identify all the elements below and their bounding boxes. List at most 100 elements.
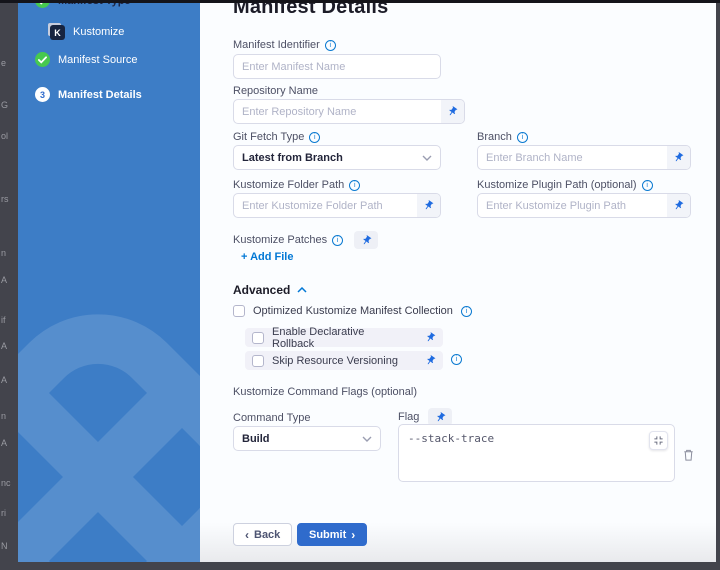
info-icon[interactable] (461, 306, 472, 317)
optimized-collection-checkbox[interactable] (233, 305, 245, 317)
pin-icon[interactable] (667, 146, 690, 169)
info-icon[interactable] (517, 132, 528, 143)
pin-icon[interactable] (417, 194, 440, 217)
back-button[interactable]: ‹ Back (233, 523, 292, 546)
wizard-step-label: Manifest Source (58, 54, 137, 66)
flag-value: --stack-trace (408, 432, 494, 445)
chevron-down-icon (422, 155, 432, 161)
flag-textarea[interactable]: --stack-trace (398, 424, 675, 482)
delete-icon[interactable] (682, 448, 695, 462)
wizard-step-manifest-type[interactable]: Manifest Type (35, 3, 131, 8)
advanced-label: Advanced (233, 283, 290, 297)
submit-button-label: Submit (309, 529, 346, 541)
chevron-left-icon: ‹ (245, 529, 249, 541)
label-text: Kustomize Folder Path (233, 179, 344, 191)
add-file-button[interactable]: + Add File (241, 251, 293, 263)
info-icon[interactable] (332, 235, 343, 246)
pin-icon[interactable] (667, 194, 690, 217)
backdrop-text-fragment: e (1, 58, 18, 68)
expand-icon[interactable] (649, 431, 668, 450)
manifest-identifier-input[interactable] (234, 55, 440, 78)
repository-name-input[interactable] (234, 100, 441, 123)
kustomize-folder-path-label: Kustomize Folder Path (233, 179, 360, 191)
command-flags-section-label: Kustomize Command Flags (optional) (233, 386, 417, 398)
kustomize-folder-path-field (233, 193, 441, 218)
branch-input[interactable] (478, 146, 667, 169)
label-text: Kustomize Plugin Path (optional) (477, 179, 637, 191)
kustomize-plugin-path-label: Kustomize Plugin Path (optional) (477, 179, 653, 191)
info-icon[interactable] (451, 354, 462, 365)
pin-icon[interactable] (441, 100, 464, 123)
git-fetch-type-label: Git Fetch Type (233, 131, 320, 143)
pin-icon[interactable] (423, 353, 438, 368)
backdrop-text-fragment: ol (1, 131, 18, 141)
info-icon[interactable] (642, 180, 653, 191)
backdrop-text-fragment: N (1, 541, 18, 551)
manifest-identifier-field (233, 54, 441, 79)
declarative-rollback-row: Enable Declarative Rollback (245, 328, 443, 347)
wizard-step-manifest-details[interactable]: 3 Manifest Details (35, 87, 142, 102)
label-text: Kustomize Command Flags (optional) (233, 386, 417, 398)
backdrop-text-fragment: if (1, 315, 18, 325)
chevron-right-icon: › (351, 529, 355, 541)
label-text: Git Fetch Type (233, 131, 304, 143)
harness-logo-watermark (18, 312, 200, 562)
back-button-label: Back (254, 529, 280, 541)
backdrop-text-fragment: nc (1, 478, 18, 488)
advanced-section-toggle[interactable]: Advanced (233, 283, 307, 297)
branch-field (477, 145, 691, 170)
wizard-step-manifest-source[interactable]: Manifest Source (35, 52, 137, 67)
page-title: Manifest Details (233, 3, 388, 19)
checkbox-label: Enable Declarative Rollback (272, 326, 409, 350)
repository-name-label: Repository Name (233, 85, 318, 97)
pin-icon-button[interactable] (354, 231, 378, 249)
backdrop-text-fragment: A (1, 275, 18, 285)
kustomize-plugin-path-input[interactable] (478, 194, 667, 217)
command-type-select[interactable]: Build (233, 426, 381, 451)
skip-versioning-checkbox[interactable] (252, 355, 264, 367)
checkbox-label: Skip Resource Versioning (272, 355, 398, 367)
manifest-details-panel: Manifest Details Manifest Identifier Rep… (200, 3, 716, 562)
check-circle-icon (35, 52, 50, 67)
step-number-badge: 3 (35, 87, 50, 102)
backdrop-text-fragment: A (1, 375, 18, 385)
wizard-substep-kustomize[interactable]: K Kustomize (48, 23, 124, 40)
submit-button[interactable]: Submit › (297, 523, 367, 546)
check-circle-icon (35, 3, 50, 8)
kustomize-plugin-path-field (477, 193, 691, 218)
label-text: Flag (398, 411, 419, 423)
backdrop-text-fragment: G (1, 100, 18, 110)
command-type-label: Command Type (233, 412, 310, 424)
backdrop-text-fragment: ri (1, 508, 18, 518)
label-text: Repository Name (233, 85, 318, 97)
kustomize-folder-path-input[interactable] (234, 194, 417, 217)
git-fetch-type-select[interactable]: Latest from Branch (233, 145, 441, 170)
repository-name-field (233, 99, 465, 124)
wizard-step-label: Manifest Details (58, 89, 142, 101)
kustomize-icon: K (48, 23, 65, 40)
kustomize-patches-label: Kustomize Patches (233, 231, 378, 249)
pin-icon[interactable] (423, 330, 438, 345)
skip-versioning-row: Skip Resource Versioning (245, 351, 443, 370)
wizard-substep-label: Kustomize (73, 26, 124, 38)
branch-label: Branch (477, 131, 528, 143)
backdrop-text-fragment: n (1, 411, 18, 421)
chevron-up-icon (297, 287, 307, 293)
label-text: Kustomize Patches (233, 234, 327, 246)
checkbox-label: Optimized Kustomize Manifest Collection (253, 305, 453, 317)
select-value: Latest from Branch (242, 152, 343, 164)
declarative-rollback-checkbox[interactable] (252, 332, 264, 344)
wizard-sidebar: Manifest Type K Kustomize Manifest Sourc… (18, 3, 200, 562)
backdrop-text-fragment: n (1, 248, 18, 258)
backdrop-text-fragment: A (1, 341, 18, 351)
info-icon[interactable] (309, 132, 320, 143)
backdrop-text-fragment: rs (1, 194, 18, 204)
info-icon[interactable] (349, 180, 360, 191)
info-icon[interactable] (325, 40, 336, 51)
manifest-identifier-label: Manifest Identifier (233, 39, 336, 51)
chevron-down-icon (362, 436, 372, 442)
select-value: Build (242, 433, 270, 445)
optimized-collection-row: Optimized Kustomize Manifest Collection (233, 305, 472, 317)
label-text: Branch (477, 131, 512, 143)
backdrop-text-fragment: A (1, 438, 18, 448)
